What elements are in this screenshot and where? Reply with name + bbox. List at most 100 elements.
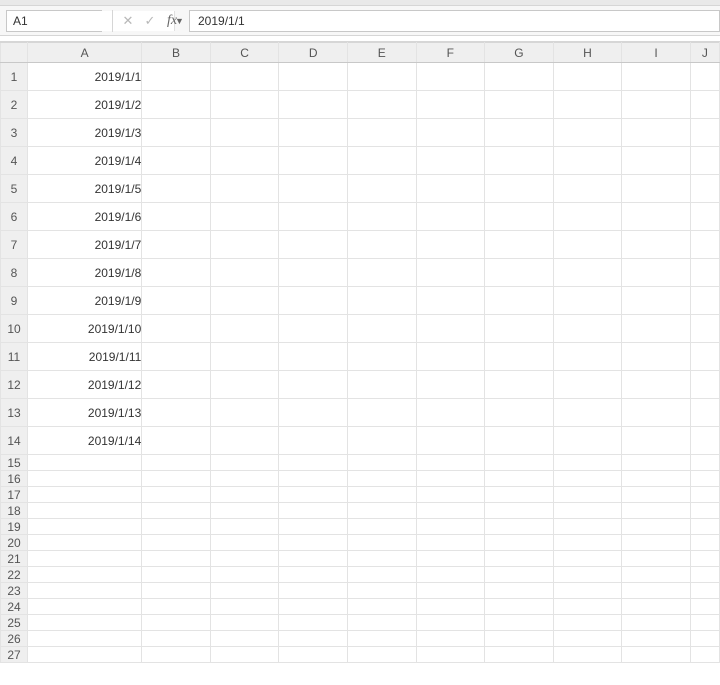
column-header[interactable]: F <box>416 43 485 63</box>
cell[interactable] <box>553 427 622 455</box>
cell[interactable] <box>690 519 719 535</box>
cell[interactable] <box>622 487 691 503</box>
cell[interactable] <box>210 315 279 343</box>
cell[interactable] <box>416 371 485 399</box>
cell[interactable] <box>210 567 279 583</box>
cell[interactable] <box>553 399 622 427</box>
cell[interactable]: 2019/1/1 <box>28 63 142 91</box>
cell[interactable] <box>690 471 719 487</box>
cell[interactable] <box>416 455 485 471</box>
cell[interactable] <box>142 63 211 91</box>
cell[interactable] <box>622 203 691 231</box>
cell[interactable]: 2019/1/12 <box>28 371 142 399</box>
row-header[interactable]: 25 <box>1 615 28 631</box>
cell[interactable] <box>485 599 554 615</box>
cell[interactable] <box>210 119 279 147</box>
cell[interactable] <box>347 91 416 119</box>
cell[interactable] <box>690 551 719 567</box>
cell[interactable] <box>622 147 691 175</box>
cell[interactable] <box>142 519 211 535</box>
cell[interactable] <box>28 631 142 647</box>
cell[interactable] <box>142 551 211 567</box>
cell[interactable] <box>28 615 142 631</box>
cell[interactable] <box>347 503 416 519</box>
row-header[interactable]: 3 <box>1 119 28 147</box>
cell[interactable] <box>142 455 211 471</box>
cell[interactable] <box>485 343 554 371</box>
cell[interactable] <box>347 647 416 663</box>
cell[interactable] <box>622 583 691 599</box>
cell[interactable] <box>690 147 719 175</box>
cell[interactable] <box>28 535 142 551</box>
cell[interactable] <box>690 231 719 259</box>
cell[interactable] <box>210 427 279 455</box>
row-header[interactable]: 17 <box>1 487 28 503</box>
cell[interactable] <box>416 471 485 487</box>
cell[interactable] <box>553 287 622 315</box>
cell[interactable] <box>142 175 211 203</box>
cell[interactable] <box>485 519 554 535</box>
cell[interactable] <box>622 599 691 615</box>
cell[interactable] <box>279 119 348 147</box>
cell[interactable] <box>553 315 622 343</box>
cell[interactable] <box>690 567 719 583</box>
cell[interactable] <box>142 615 211 631</box>
cell[interactable] <box>416 551 485 567</box>
cell[interactable] <box>485 91 554 119</box>
cell[interactable] <box>622 343 691 371</box>
cell[interactable] <box>553 551 622 567</box>
cell[interactable] <box>347 119 416 147</box>
cell[interactable] <box>622 287 691 315</box>
cell[interactable] <box>142 203 211 231</box>
cell[interactable] <box>553 259 622 287</box>
cell[interactable] <box>416 175 485 203</box>
row-header[interactable]: 27 <box>1 647 28 663</box>
cell[interactable] <box>210 371 279 399</box>
cell[interactable] <box>622 535 691 551</box>
cell[interactable] <box>279 631 348 647</box>
cell[interactable] <box>347 399 416 427</box>
cell[interactable] <box>622 259 691 287</box>
cell[interactable]: 2019/1/5 <box>28 175 142 203</box>
cell[interactable] <box>210 615 279 631</box>
cell[interactable]: 2019/1/7 <box>28 231 142 259</box>
cell[interactable] <box>142 427 211 455</box>
row-header[interactable]: 7 <box>1 231 28 259</box>
cell[interactable] <box>142 371 211 399</box>
cell[interactable] <box>210 647 279 663</box>
cell[interactable] <box>279 91 348 119</box>
cell[interactable] <box>347 551 416 567</box>
cell[interactable] <box>142 583 211 599</box>
formula-input[interactable] <box>190 14 719 28</box>
cell[interactable] <box>690 203 719 231</box>
cell[interactable] <box>622 175 691 203</box>
row-header[interactable]: 18 <box>1 503 28 519</box>
cell[interactable] <box>28 487 142 503</box>
cell[interactable] <box>690 599 719 615</box>
cell[interactable] <box>28 567 142 583</box>
cell[interactable] <box>690 343 719 371</box>
row-header[interactable]: 14 <box>1 427 28 455</box>
cell[interactable] <box>142 599 211 615</box>
cell[interactable] <box>416 519 485 535</box>
cell[interactable] <box>416 599 485 615</box>
cell[interactable] <box>347 343 416 371</box>
cell[interactable] <box>142 147 211 175</box>
cell[interactable] <box>416 203 485 231</box>
cell[interactable] <box>622 615 691 631</box>
column-header[interactable]: E <box>347 43 416 63</box>
row-header[interactable]: 21 <box>1 551 28 567</box>
cell[interactable]: 2019/1/3 <box>28 119 142 147</box>
cell[interactable] <box>690 503 719 519</box>
cell[interactable] <box>622 399 691 427</box>
cell[interactable] <box>210 231 279 259</box>
cell[interactable] <box>416 119 485 147</box>
row-header[interactable]: 1 <box>1 63 28 91</box>
cell[interactable] <box>142 567 211 583</box>
cell[interactable] <box>690 427 719 455</box>
cell[interactable] <box>416 567 485 583</box>
cell[interactable] <box>347 371 416 399</box>
column-header[interactable]: H <box>553 43 622 63</box>
cell[interactable] <box>347 259 416 287</box>
cell[interactable] <box>622 371 691 399</box>
